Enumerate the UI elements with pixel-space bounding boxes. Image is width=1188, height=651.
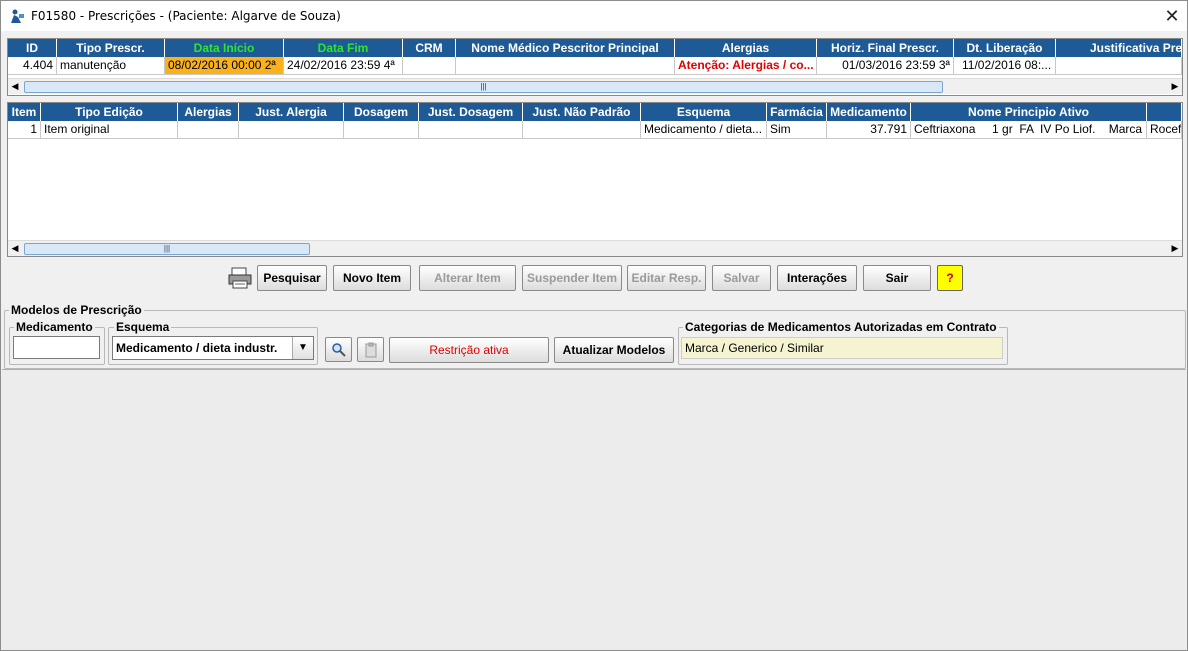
atualizar-modelos-button[interactable]: Atualizar Modelos [554, 337, 674, 363]
window-title: F01580 - Prescrições - (Paciente: Algarv… [31, 9, 341, 23]
bottom-panel [2, 369, 1186, 650]
prescriptions-hscroll[interactable]: ◀ ||| ▶ [8, 78, 1182, 94]
scroll-left-icon[interactable]: ◀ [8, 241, 22, 256]
cell-principio[interactable]: Ceftriaxona 1 gr FA IV Po Liof. Marca [911, 121, 1147, 139]
alterar-item-button[interactable]: Alterar Item [419, 265, 516, 291]
prescricoes-window: F01580 - Prescrições - (Paciente: Algarv… [0, 0, 1188, 651]
col-alergias[interactable]: Alergias [178, 103, 239, 121]
cell-justificativa[interactable] [1056, 57, 1182, 75]
categorias-label: Categorias de Medicamentos Autorizadas e… [683, 320, 999, 334]
sair-button[interactable]: Sair [863, 265, 931, 291]
search-icon[interactable] [325, 337, 352, 362]
cell-medicamento[interactable]: 37.791 [827, 121, 911, 139]
col-dt-liberacao[interactable]: Dt. Liberação [954, 39, 1056, 57]
chevron-down-icon[interactable]: ▼ [292, 337, 313, 359]
table-row[interactable]: 4.404 manutenção 08/02/2016 00:00 2ª 24/… [8, 57, 1182, 75]
novo-item-button[interactable]: Novo Item [333, 265, 411, 291]
col-extra[interactable] [1147, 103, 1182, 121]
cell-data-inicio[interactable]: 08/02/2016 00:00 2ª [165, 57, 284, 75]
cell-tipo-edicao[interactable]: Item original [41, 121, 178, 139]
col-just-nao-padrao[interactable]: Just. Não Padrão [523, 103, 641, 121]
medicamento-label: Medicamento [14, 320, 95, 334]
suspender-item-button[interactable]: Suspender Item [522, 265, 622, 291]
scroll-thumb[interactable]: ||| [24, 81, 943, 93]
grip-icon: ||| [480, 82, 487, 91]
col-just-dosagem[interactable]: Just. Dosagem [419, 103, 523, 121]
clipboard-icon[interactable] [357, 337, 384, 362]
col-esquema[interactable]: Esquema [641, 103, 767, 121]
scroll-right-icon[interactable]: ▶ [1168, 241, 1182, 256]
scroll-right-icon[interactable]: ▶ [1168, 79, 1182, 94]
cell-extra[interactable]: Rocef [1147, 121, 1182, 139]
col-tipo-prescr[interactable]: Tipo Prescr. [57, 39, 165, 57]
scroll-thumb[interactable]: ||| [24, 243, 310, 255]
esquema-value: Medicamento / dieta industr. [116, 341, 278, 355]
col-data-inicio[interactable]: Data Início [165, 39, 284, 57]
app-icon [9, 8, 25, 24]
printer-icon[interactable] [227, 266, 253, 290]
col-dosagem[interactable]: Dosagem [344, 103, 419, 121]
cell-id[interactable]: 4.404 [8, 57, 57, 75]
items-hscroll[interactable]: ◀ ||| ▶ [8, 240, 1182, 256]
col-data-fim[interactable]: Data Fim [284, 39, 403, 57]
cell-crm[interactable] [403, 57, 456, 75]
cell-just-nao-padrao[interactable] [523, 121, 641, 139]
table-row[interactable]: 1 Item original Medicamento / dieta... S… [8, 121, 1182, 139]
grip-icon: ||| [163, 244, 171, 253]
categorias-field: Marca / Generico / Similar [681, 337, 1003, 359]
col-justificativa[interactable]: Justificativa Pre [1056, 39, 1182, 57]
cell-horiz[interactable]: 01/03/2016 23:59 3ª [817, 57, 954, 75]
help-button[interactable]: ? [937, 265, 963, 291]
esquema-label: Esquema [114, 320, 172, 334]
cell-alergias[interactable] [178, 121, 239, 139]
col-nome-principio[interactable]: Nome Principio Ativo [911, 103, 1147, 121]
col-just-alergia[interactable]: Just. Alergia [239, 103, 344, 121]
editar-resp-button[interactable]: Editar Resp. [627, 265, 706, 291]
col-farmacia[interactable]: Farmácia [767, 103, 827, 121]
cell-just-dosagem[interactable] [419, 121, 523, 139]
title-bar: F01580 - Prescrições - (Paciente: Algarv… [1, 1, 1187, 31]
cell-just-alergia[interactable] [239, 121, 344, 139]
cell-tipo[interactable]: manutenção [57, 57, 165, 75]
close-icon[interactable]: ✕ [1157, 1, 1187, 31]
items-table: Item Tipo Edição Alergias Just. Alergia … [7, 102, 1183, 257]
cell-data-fim[interactable]: 24/02/2016 23:59 4ª [284, 57, 403, 75]
medicamento-input[interactable] [13, 336, 100, 359]
modelos-legend: Modelos de Prescrição [9, 303, 144, 317]
pesquisar-button[interactable]: Pesquisar [257, 265, 327, 291]
col-tipo-edicao[interactable]: Tipo Edição [41, 103, 178, 121]
cell-liberacao[interactable]: 11/02/2016 08:... [954, 57, 1056, 75]
col-medicamento[interactable]: Medicamento [827, 103, 911, 121]
cell-item[interactable]: 1 [8, 121, 41, 139]
restricao-ativa-button[interactable]: Restrição ativa [389, 337, 549, 363]
prescriptions-table: ID Tipo Prescr. Data Início Data Fim CRM… [7, 38, 1183, 96]
items-header: Item Tipo Edição Alergias Just. Alergia … [8, 103, 1182, 121]
col-nome-medico[interactable]: Nome Médico Pescritor Principal [456, 39, 675, 57]
col-item[interactable]: Item [8, 103, 41, 121]
col-alergias[interactable]: Alergias [675, 39, 817, 57]
salvar-button[interactable]: Salvar [712, 265, 771, 291]
cell-alergias[interactable]: Atenção: Alergias / co... [675, 57, 817, 75]
interacoes-button[interactable]: Interações [777, 265, 857, 291]
cell-dosagem[interactable] [344, 121, 419, 139]
col-crm[interactable]: CRM [403, 39, 456, 57]
cell-farmacia[interactable]: Sim [767, 121, 827, 139]
col-id[interactable]: ID [8, 39, 57, 57]
scroll-left-icon[interactable]: ◀ [8, 79, 22, 94]
cell-medico[interactable] [456, 57, 675, 75]
cell-esquema[interactable]: Medicamento / dieta... [641, 121, 767, 139]
esquema-select[interactable]: Medicamento / dieta industr. ▼ [112, 336, 314, 360]
col-horiz-final[interactable]: Horiz. Final Prescr. [817, 39, 954, 57]
prescriptions-header: ID Tipo Prescr. Data Início Data Fim CRM… [8, 39, 1182, 57]
